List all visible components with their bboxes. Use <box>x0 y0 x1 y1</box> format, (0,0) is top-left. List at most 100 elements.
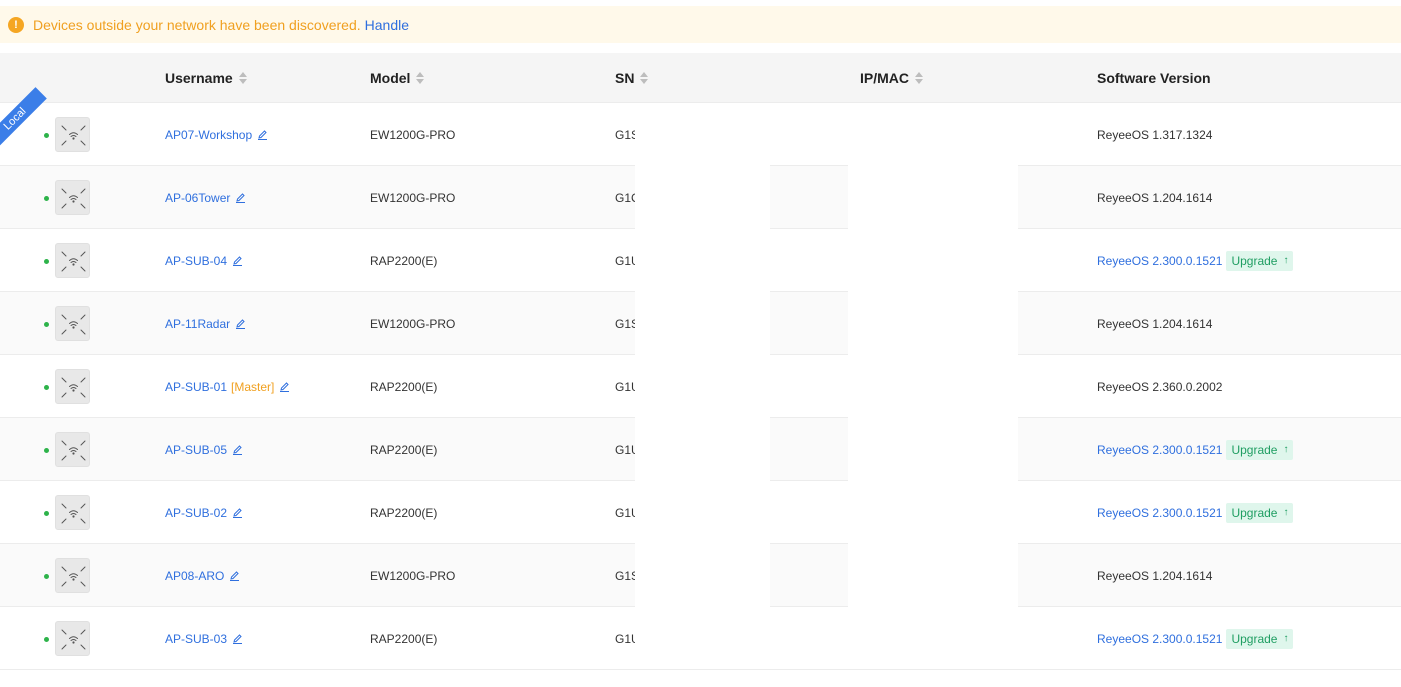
alert-message: Devices outside your network have been d… <box>33 16 361 33</box>
online-status-dot <box>44 448 49 453</box>
edit-icon[interactable] <box>235 192 246 203</box>
software-version-label: ReyeeOS 1.204.1614 <box>1097 316 1213 331</box>
software-version-label: ReyeeOS 1.204.1614 <box>1097 190 1213 205</box>
edit-icon[interactable] <box>232 633 243 644</box>
column-ipmac[interactable]: IP/MAC <box>860 53 923 103</box>
upgrade-label: Upgrade <box>1231 442 1278 457</box>
sort-icon[interactable] <box>640 72 649 84</box>
device-username-label[interactable]: AP-SUB-01 <box>165 380 227 394</box>
device-username[interactable]: AP-SUB-02 <box>165 481 243 544</box>
upgrade-button[interactable]: Upgrade ↑ <box>1226 502 1294 523</box>
software-version: ReyeeOS 1.204.1614 <box>1097 544 1212 607</box>
upgrade-label: Upgrade <box>1231 253 1278 268</box>
upgrade-button[interactable]: Upgrade ↑ <box>1226 628 1294 649</box>
master-tag: [Master] <box>231 379 275 394</box>
device-username-label[interactable]: AP07-Workshop <box>165 128 252 142</box>
device-model: RAP2200(E) <box>370 631 438 646</box>
device-username[interactable]: AP-SUB-05 <box>165 418 243 481</box>
device-username-label[interactable]: AP-SUB-02 <box>165 506 227 520</box>
software-version: ReyeeOS 1.204.1614 <box>1097 166 1212 229</box>
device-username-label[interactable]: AP-SUB-03 <box>165 632 227 646</box>
column-username[interactable]: Username <box>165 53 247 103</box>
access-point-icon <box>55 495 90 530</box>
upgrade-button[interactable]: Upgrade ↑ <box>1226 439 1294 460</box>
software-version-label[interactable]: ReyeeOS 2.300.0.1521 <box>1097 443 1222 457</box>
edit-icon[interactable] <box>235 318 246 329</box>
software-version-label[interactable]: ReyeeOS 2.300.0.1521 <box>1097 506 1222 520</box>
edit-icon[interactable] <box>232 507 243 518</box>
arrow-up-icon: ↑ <box>1283 633 1289 644</box>
online-status-dot <box>44 259 49 264</box>
device-username[interactable]: AP07-Workshop <box>165 103 268 166</box>
device-model: EW1200G-PRO <box>370 316 456 331</box>
column-username-label: Username <box>165 70 233 86</box>
table-header: Username Model SN IP/MAC Software Versio… <box>0 53 1401 103</box>
device-username[interactable]: AP-06Tower <box>165 166 246 229</box>
discovery-alert: ! Devices outside your network have been… <box>0 6 1401 43</box>
edit-icon[interactable] <box>232 444 243 455</box>
software-version-label: ReyeeOS 1.204.1614 <box>1097 568 1213 583</box>
software-version-label[interactable]: ReyeeOS 2.300.0.1521 <box>1097 632 1222 646</box>
software-version-label[interactable]: ReyeeOS 2.300.0.1521 <box>1097 254 1222 268</box>
device-username-label[interactable]: AP-06Tower <box>165 191 230 205</box>
access-point-icon <box>55 117 90 152</box>
software-version[interactable]: ReyeeOS 2.300.0.1521 Upgrade ↑ <box>1097 418 1294 481</box>
access-point-icon <box>55 558 90 593</box>
online-status-dot <box>44 385 49 390</box>
arrow-up-icon: ↑ <box>1283 444 1289 455</box>
online-status-dot <box>44 511 49 516</box>
software-version: ReyeeOS 1.317.1324 <box>1097 103 1212 166</box>
device-username[interactable]: AP-11Radar <box>165 292 246 355</box>
software-version-label: ReyeeOS 1.317.1324 <box>1097 127 1213 142</box>
column-sn[interactable]: SN <box>615 53 649 103</box>
redaction-mask <box>635 103 770 669</box>
access-point-icon <box>55 306 90 341</box>
device-username[interactable]: AP-SUB-04 <box>165 229 243 292</box>
sort-icon[interactable] <box>238 72 247 84</box>
sort-icon[interactable] <box>416 72 425 84</box>
column-sn-label: SN <box>615 70 635 86</box>
access-point-icon <box>55 369 90 404</box>
device-username[interactable]: AP-SUB-03 <box>165 607 243 670</box>
software-version[interactable]: ReyeeOS 2.300.0.1521 Upgrade ↑ <box>1097 229 1294 292</box>
device-username[interactable]: AP08-ARO <box>165 544 240 607</box>
edit-icon[interactable] <box>279 381 290 392</box>
software-version[interactable]: ReyeeOS 2.300.0.1521 Upgrade ↑ <box>1097 481 1294 544</box>
edit-icon[interactable] <box>257 129 268 140</box>
software-version: ReyeeOS 1.204.1614 <box>1097 292 1212 355</box>
device-model: EW1200G-PRO <box>370 568 456 583</box>
edit-icon[interactable] <box>232 255 243 266</box>
device-username-label[interactable]: AP08-ARO <box>165 569 224 583</box>
device-model: RAP2200(E) <box>370 253 438 268</box>
software-version: ReyeeOS 2.360.0.2002 <box>1097 355 1222 418</box>
online-status-dot <box>44 637 49 642</box>
device-model: RAP2200(E) <box>370 442 438 457</box>
device-username-label[interactable]: AP-SUB-05 <box>165 443 227 457</box>
arrow-up-icon: ↑ <box>1283 507 1289 518</box>
column-version-label: Software Version <box>1097 70 1211 86</box>
device-username-label[interactable]: AP-SUB-04 <box>165 254 227 268</box>
device-username-label[interactable]: AP-11Radar <box>165 317 230 331</box>
warning-icon: ! <box>8 16 24 33</box>
access-point-icon <box>55 621 90 656</box>
access-point-icon <box>55 243 90 278</box>
upgrade-label: Upgrade <box>1231 631 1278 646</box>
access-point-icon <box>55 432 90 467</box>
arrow-up-icon: ↑ <box>1283 255 1289 266</box>
software-version[interactable]: ReyeeOS 2.300.0.1521 Upgrade ↑ <box>1097 607 1294 670</box>
device-username[interactable]: AP-SUB-01 [Master] <box>165 355 290 418</box>
device-model: EW1200G-PRO <box>370 190 456 205</box>
sort-icon[interactable] <box>915 72 923 84</box>
redaction-mask <box>848 103 1018 607</box>
software-version-label: ReyeeOS 2.360.0.2002 <box>1097 379 1223 394</box>
online-status-dot <box>44 196 49 201</box>
column-ipmac-label: IP/MAC <box>860 70 909 86</box>
column-software-version: Software Version <box>1097 53 1211 103</box>
column-model[interactable]: Model <box>370 53 425 103</box>
handle-link[interactable]: Handle <box>365 17 409 33</box>
upgrade-button[interactable]: Upgrade ↑ <box>1226 250 1294 271</box>
device-model: RAP2200(E) <box>370 505 438 520</box>
column-model-label: Model <box>370 70 411 86</box>
edit-icon[interactable] <box>229 570 240 581</box>
online-status-dot <box>44 322 49 327</box>
